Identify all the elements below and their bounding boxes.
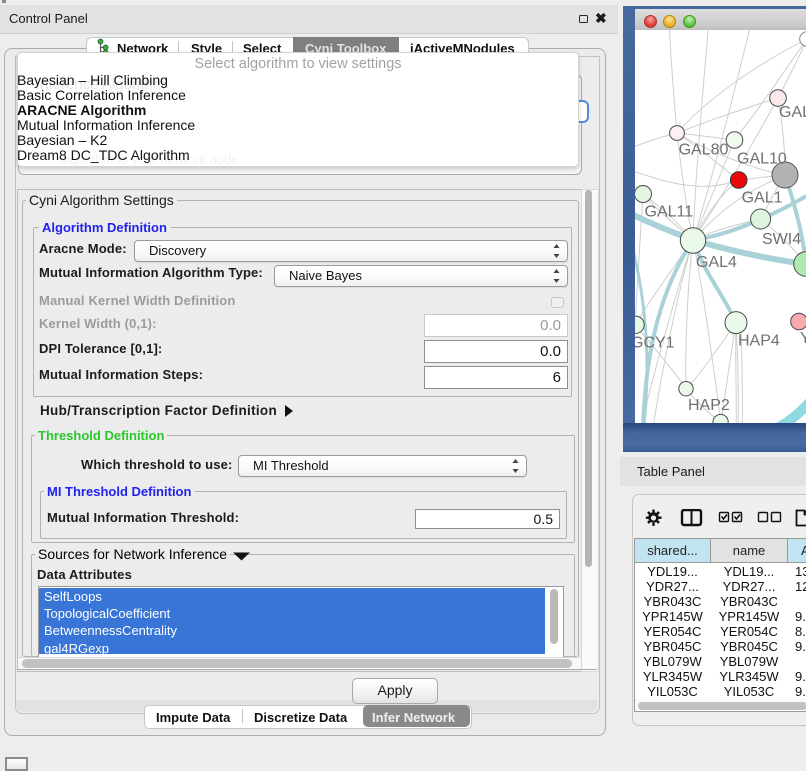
svg-text:GAL1: GAL1 [742, 190, 783, 207]
svg-text:HAP2: HAP2 [688, 397, 730, 414]
svg-text:HAP4: HAP4 [738, 333, 780, 350]
svg-text:SWI4: SWI4 [762, 231, 801, 248]
svg-text:GCY1: GCY1 [635, 335, 675, 352]
svg-text:GAL: GAL [779, 104, 806, 121]
svg-text:GAL10: GAL10 [737, 151, 787, 168]
svg-text:Y: Y [800, 330, 806, 347]
svg-text:GAL80: GAL80 [679, 142, 729, 159]
svg-text:GAL4: GAL4 [696, 254, 737, 271]
svg-text:GAL11: GAL11 [645, 203, 694, 220]
